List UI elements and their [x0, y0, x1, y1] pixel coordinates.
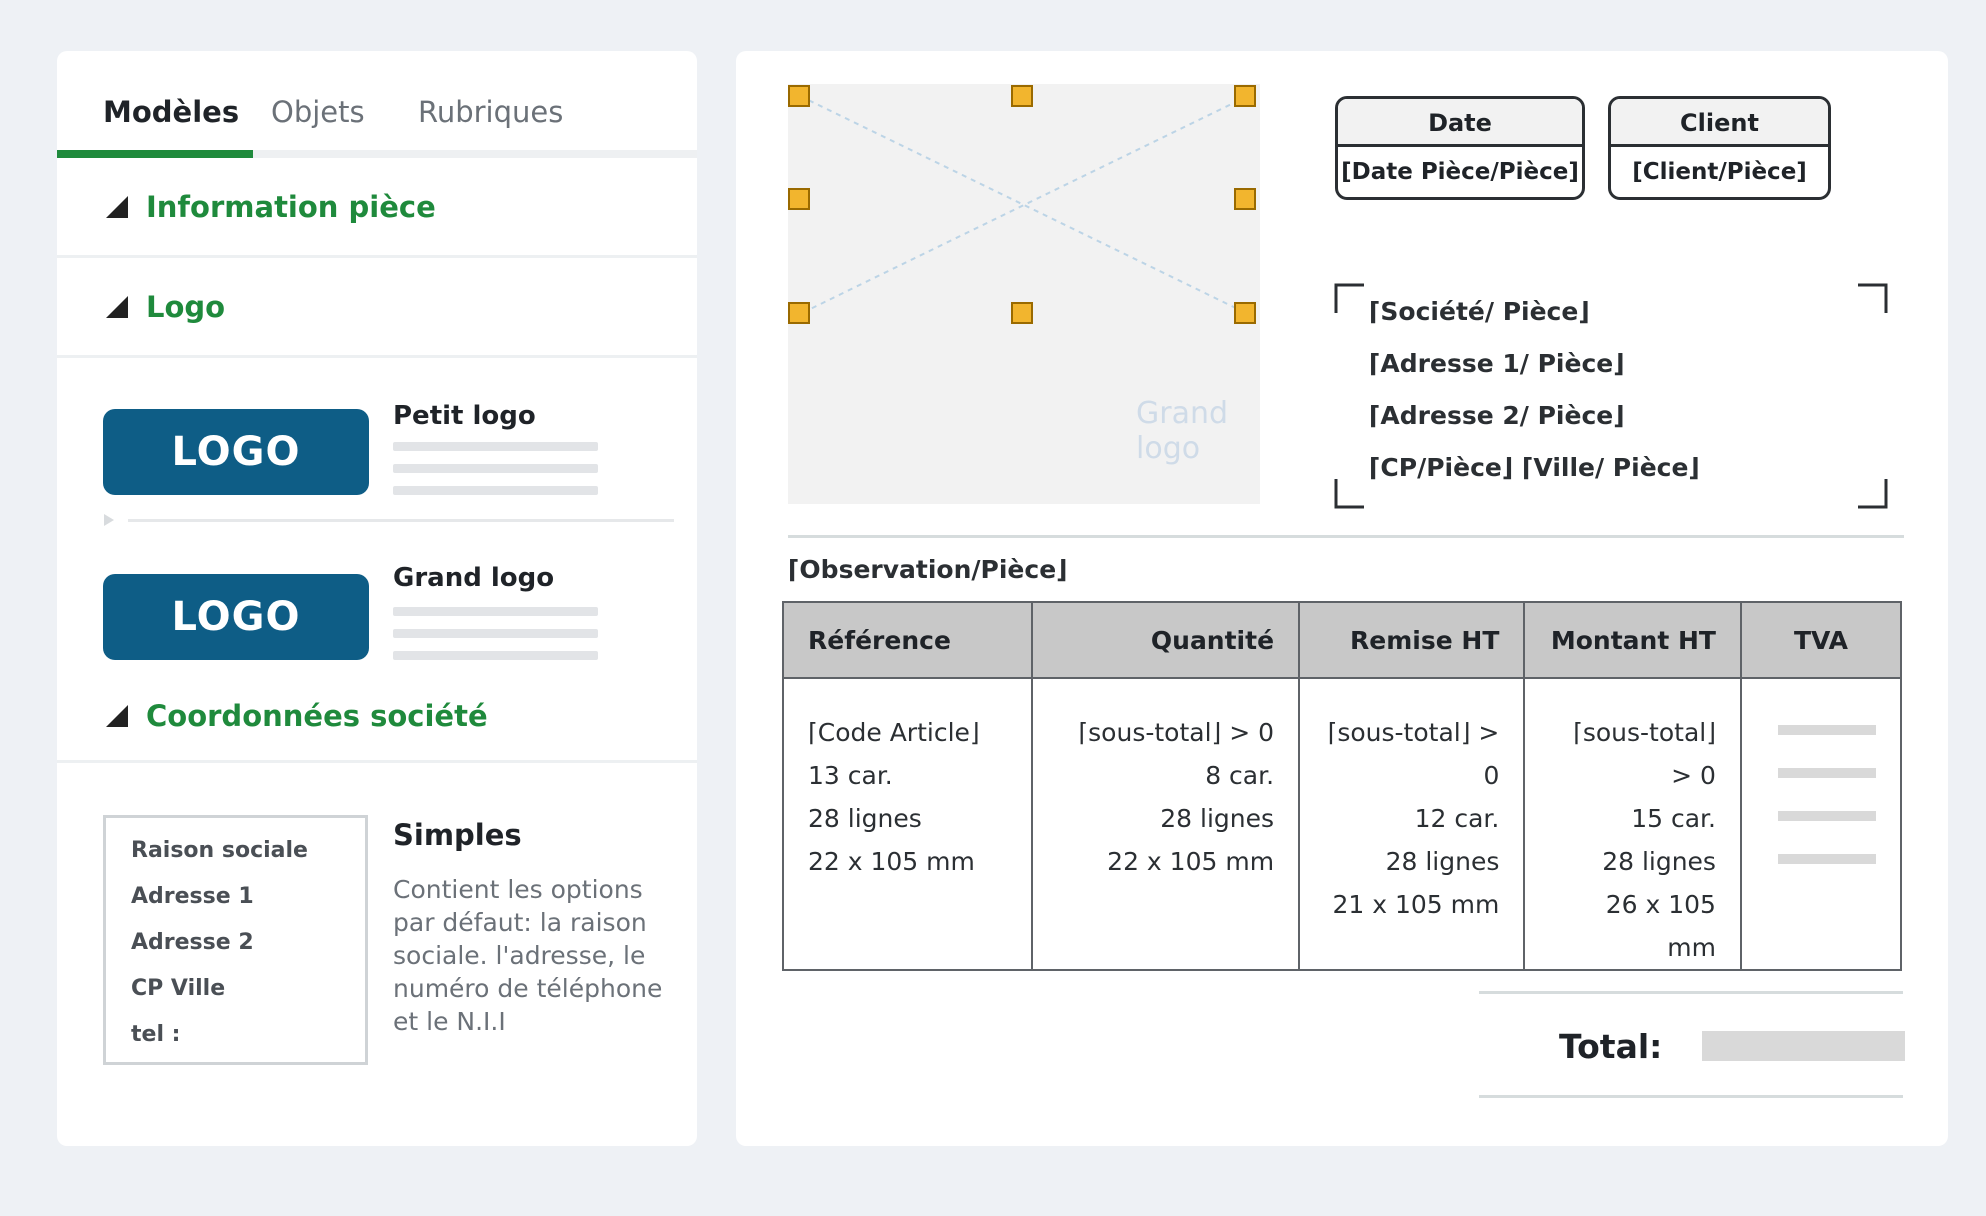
- placeholder-line: [393, 464, 598, 473]
- placeholder-line: [1777, 725, 1876, 735]
- placeholder-line: [1777, 811, 1876, 821]
- column-cell-quantite[interactable]: ⌈sous-total⌋ > 0 8 car. 28 lignes 22 x 1…: [1031, 677, 1301, 971]
- section-information-piece[interactable]: Information pièce: [57, 158, 697, 258]
- address-field-label: Adresse 2: [131, 930, 254, 955]
- total-label: Total:: [1559, 1027, 1663, 1066]
- small-triangle-icon: [104, 514, 114, 526]
- resize-handle[interactable]: [788, 188, 810, 210]
- date-label: Date: [1338, 99, 1582, 147]
- large-logo-placeholder[interactable]: Grand logo: [788, 84, 1260, 504]
- col-header-remise[interactable]: Remise HT: [1298, 601, 1526, 679]
- collapse-caret-icon: [106, 295, 128, 318]
- col-header-tva[interactable]: TVA: [1739, 601, 1903, 679]
- resize-handle[interactable]: [1011, 85, 1033, 107]
- placeholder-line: [1777, 768, 1876, 778]
- resize-handle[interactable]: [1234, 85, 1256, 107]
- section-separator: [788, 535, 1904, 538]
- placeholder-line: [393, 486, 598, 495]
- address-field-label: Adresse 1: [131, 884, 254, 909]
- date-value: [Date Pièce/Pièce]: [1341, 159, 1579, 185]
- table-header-row: Référence Quantité Remise HT Montant HT …: [781, 601, 1903, 679]
- tab-bar: Modèles Objets Rubriques: [57, 51, 697, 159]
- placeholder-line: [393, 651, 598, 660]
- column-cell-tva[interactable]: [1739, 677, 1903, 971]
- placeholder-line: [393, 629, 598, 638]
- collapse-caret-icon: [106, 195, 128, 218]
- table-row: ⌈Code Article⌋ 13 car. 28 lignes 22 x 10…: [781, 677, 1903, 971]
- line-items-table: Référence Quantité Remise HT Montant HT …: [781, 601, 1903, 971]
- placeholder-line: [393, 442, 598, 451]
- corner-mark-icon: [1334, 479, 1364, 509]
- tab-objets[interactable]: Objets: [271, 95, 365, 129]
- col-header-montant[interactable]: Montant HT: [1523, 601, 1742, 679]
- left-panel: Modèles Objets Rubriques Information piè…: [57, 51, 697, 1146]
- resize-handle[interactable]: [788, 302, 810, 324]
- address-field-label: tel :: [131, 1022, 181, 1047]
- observation-field[interactable]: ⌈Observation/Pièce⌋: [788, 555, 1068, 584]
- total-rule: [1479, 991, 1903, 994]
- option-divider: [104, 512, 674, 528]
- simples-description: Contient les options par défaut: la rais…: [393, 875, 663, 1036]
- collapse-caret-icon: [106, 704, 128, 727]
- resize-handle[interactable]: [1234, 188, 1256, 210]
- section-logo[interactable]: Logo: [57, 258, 697, 358]
- placeholder-line: [1777, 854, 1876, 864]
- resize-handle[interactable]: [1011, 302, 1033, 324]
- address-line[interactable]: ⌈Adresse 2/ Pièce⌋: [1369, 401, 1625, 430]
- client-label: Client: [1611, 99, 1828, 147]
- tab-modeles[interactable]: Modèles: [103, 95, 239, 129]
- address-field-label: CP Ville: [131, 976, 226, 1001]
- resize-handle[interactable]: [1234, 302, 1256, 324]
- company-address-option[interactable]: Raison sociale Adresse 1 Adresse 2 CP Vi…: [103, 815, 368, 1065]
- resize-handle[interactable]: [788, 85, 810, 107]
- section-title: Coordonnées société: [146, 698, 488, 733]
- column-cell-remise[interactable]: ⌈sous-total⌋ > 0 12 car. 28 lignes 21 x …: [1298, 677, 1526, 971]
- small-logo-label: Petit logo: [393, 401, 536, 431]
- large-logo-label: Grand logo: [393, 563, 555, 593]
- column-cell-montant[interactable]: ⌈sous-total⌋ > 0 15 car. 28 lignes 26 x …: [1523, 677, 1742, 971]
- client-value: [Client/Pièce]: [1632, 159, 1807, 185]
- address-line[interactable]: ⌈Société/ Pièce⌋: [1369, 297, 1590, 326]
- grand-logo-watermark: Grand logo: [1136, 396, 1229, 466]
- tab-rubriques[interactable]: Rubriques: [418, 95, 563, 129]
- section-title: Information pièce: [146, 189, 436, 224]
- column-cell-reference[interactable]: ⌈Code Article⌋ 13 car. 28 lignes 22 x 10…: [781, 677, 1034, 971]
- client-field-box[interactable]: Client [Client/Pièce]: [1608, 96, 1831, 200]
- section-title: Logo: [146, 289, 226, 324]
- address-field-label: Raison sociale: [131, 838, 308, 863]
- section-coordonnees-societe[interactable]: Coordonnées société: [57, 671, 697, 763]
- col-header-quantite[interactable]: Quantité: [1031, 601, 1301, 679]
- corner-mark-icon: [1334, 283, 1364, 313]
- total-rule: [1479, 1095, 1903, 1098]
- col-header-reference[interactable]: Référence: [781, 601, 1034, 679]
- corner-mark-icon: [1858, 283, 1888, 313]
- date-field-box[interactable]: Date [Date Pièce/Pièce]: [1335, 96, 1585, 200]
- corner-mark-icon: [1858, 479, 1888, 509]
- small-logo-option[interactable]: LOGO: [103, 409, 369, 495]
- document-preview: Grand logo Date [Date Pièce/Pièce] Clien…: [736, 51, 1948, 1146]
- large-logo-option[interactable]: LOGO: [103, 574, 369, 660]
- total-value-placeholder[interactable]: [1702, 1031, 1905, 1061]
- simples-title: Simples: [393, 818, 522, 852]
- placeholder-line: [393, 607, 598, 616]
- address-line[interactable]: ⌈CP/Pièce⌋ ⌈Ville/ Pièce⌋: [1369, 453, 1700, 482]
- address-line[interactable]: ⌈Adresse 1/ Pièce⌋: [1369, 349, 1625, 378]
- tab-active-indicator: [57, 150, 253, 158]
